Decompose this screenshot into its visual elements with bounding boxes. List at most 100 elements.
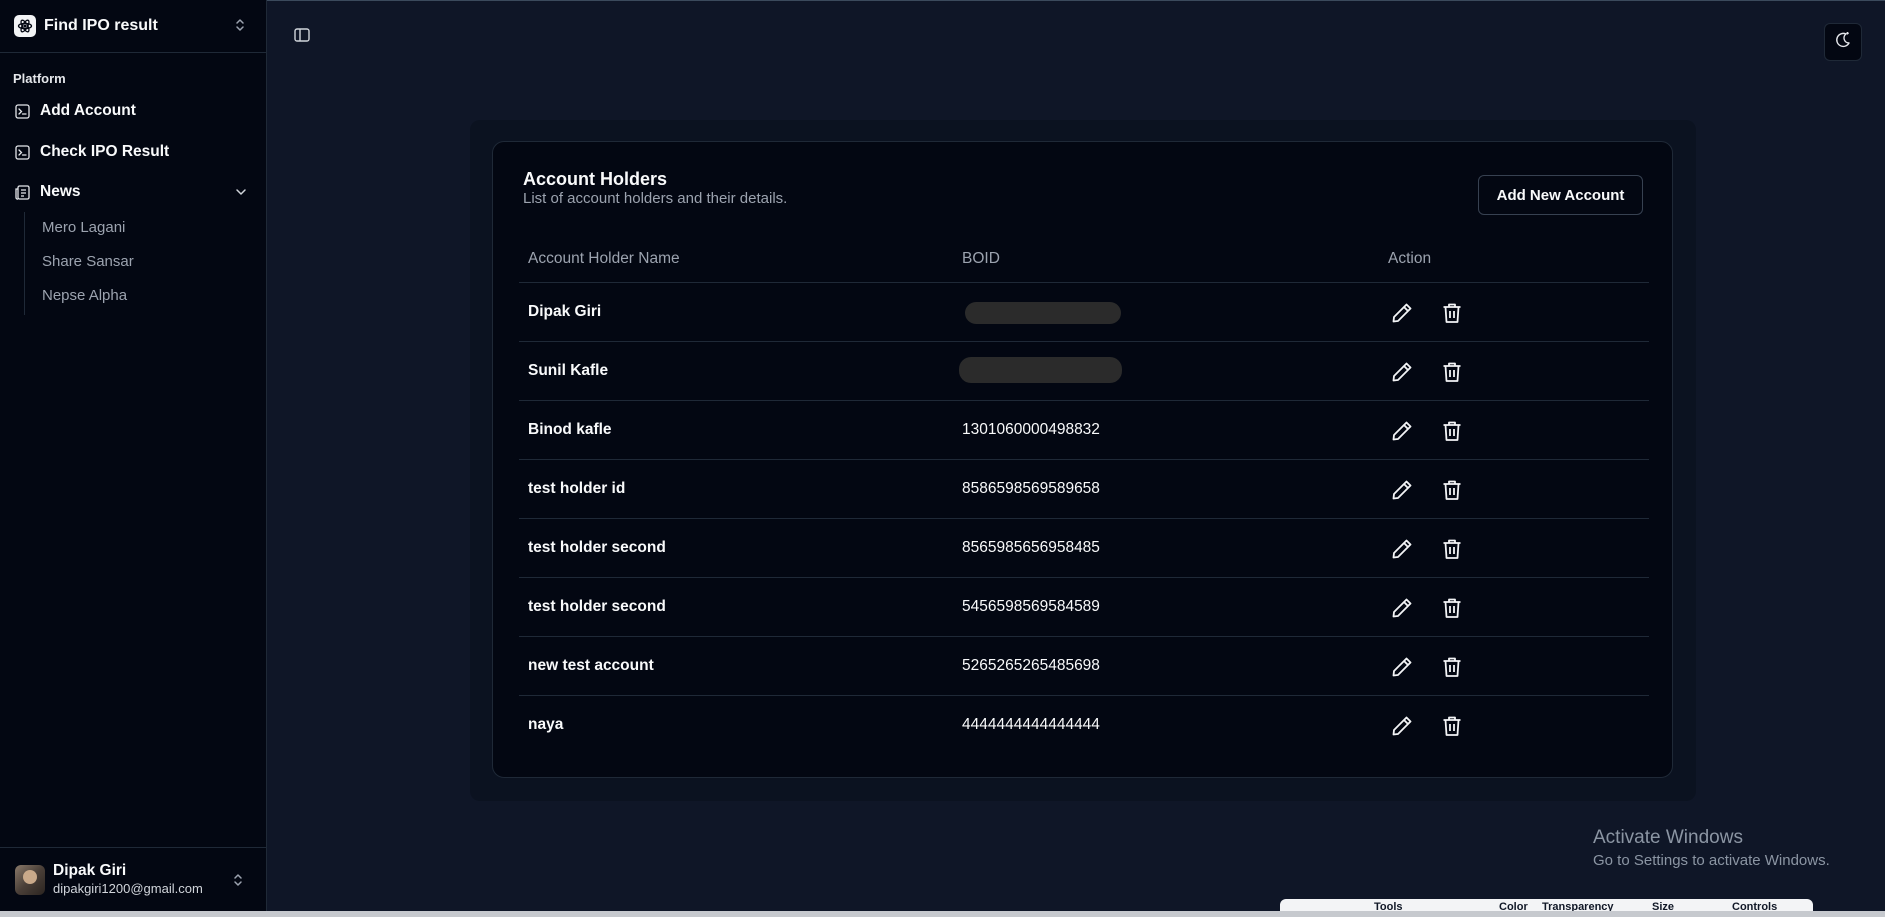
table-row: test holder second 8565985656958485 xyxy=(519,519,1649,578)
theme-toggle-button[interactable] xyxy=(1824,23,1862,61)
table-row: test holder second 5456598569584589 xyxy=(519,578,1649,637)
table-row: Dipak Giri xyxy=(519,283,1649,342)
trash-icon xyxy=(1443,480,1461,500)
card-description: List of account holders and their detail… xyxy=(523,190,788,207)
terminal-square-icon xyxy=(14,103,30,119)
team-switcher[interactable]: Find IPO result xyxy=(0,0,266,53)
trash-icon xyxy=(1443,303,1461,323)
horizontal-scrollbar[interactable] xyxy=(0,911,1885,917)
controls-label[interactable]: Controls xyxy=(1732,901,1777,911)
column-header-name: Account Holder Name xyxy=(528,250,680,267)
activation-subtitle: Go to Settings to activate Windows. xyxy=(1593,852,1830,869)
holder-name: test holder second xyxy=(528,598,666,615)
delete-button[interactable] xyxy=(1439,359,1465,385)
edit-button[interactable] xyxy=(1389,477,1415,503)
trash-icon xyxy=(1443,421,1461,441)
tools-label[interactable]: Tools xyxy=(1374,901,1403,911)
transparency-label[interactable]: Transparency xyxy=(1542,901,1614,911)
user-menu[interactable]: Dipak Giri dipakgiri1200@gmail.com xyxy=(0,847,266,917)
pencil-icon xyxy=(1392,362,1412,382)
submenu-divider xyxy=(24,212,25,315)
windows-activation-watermark: Activate Windows Go to Settings to activ… xyxy=(1593,827,1830,869)
boid-value: 8565985656958485 xyxy=(962,539,1100,556)
chevrons-up-down-icon xyxy=(232,872,244,893)
table-row: Binod kafle 1301060000498832 xyxy=(519,401,1649,460)
panel-left-icon xyxy=(293,28,311,48)
edit-button[interactable] xyxy=(1389,418,1415,444)
holder-name: naya xyxy=(528,716,564,733)
holder-name: test holder second xyxy=(528,539,666,556)
add-new-account-button[interactable]: Add New Account xyxy=(1478,175,1643,215)
avatar xyxy=(15,865,45,895)
sidebar-subitem-mero-lagani[interactable]: Mero Lagani xyxy=(42,219,125,236)
holder-name: new test account xyxy=(528,657,654,674)
table-row: naya 4444444444444444 xyxy=(519,696,1649,755)
sidebar-subitem-share-sansar[interactable]: Share Sansar xyxy=(42,253,134,270)
newspaper-icon xyxy=(14,184,30,200)
delete-button[interactable] xyxy=(1439,654,1465,680)
pencil-icon xyxy=(1392,598,1412,618)
sidebar-item-label: News xyxy=(40,183,81,200)
delete-button[interactable] xyxy=(1439,477,1465,503)
holder-name: test holder id xyxy=(528,480,626,497)
pencil-icon xyxy=(1392,716,1412,736)
edit-button[interactable] xyxy=(1389,536,1415,562)
holder-name: Binod kafle xyxy=(528,421,612,438)
sidebar-item-news[interactable]: News xyxy=(10,176,258,208)
user-email: dipakgiri1200@gmail.com xyxy=(53,881,203,896)
card-title: Account Holders xyxy=(523,169,668,189)
trash-icon xyxy=(1443,716,1461,736)
edit-button[interactable] xyxy=(1389,359,1415,385)
pencil-icon xyxy=(1392,539,1412,559)
app-title: Find IPO result xyxy=(44,17,158,34)
activation-title: Activate Windows xyxy=(1593,827,1743,848)
color-label[interactable]: Color xyxy=(1499,901,1528,911)
trash-icon xyxy=(1443,657,1461,677)
boid-value: 5265265265485698 xyxy=(962,657,1100,674)
edit-button[interactable] xyxy=(1389,300,1415,326)
delete-button[interactable] xyxy=(1439,595,1465,621)
sidebar: Find IPO result Platform Add Account Che… xyxy=(0,0,267,917)
table-row: test holder id 8586598569589658 xyxy=(519,460,1649,519)
app-logo-icon xyxy=(14,15,36,37)
boid-value: 1301060000498832 xyxy=(962,421,1100,438)
table-row: Sunil Kafle xyxy=(519,342,1649,401)
annotation-tools-bar[interactable]: Tools Color Transparency Size Controls xyxy=(1280,899,1813,911)
redaction-mark xyxy=(965,302,1121,324)
delete-button[interactable] xyxy=(1439,536,1465,562)
edit-button[interactable] xyxy=(1389,595,1415,621)
user-name: Dipak Giri xyxy=(53,862,127,879)
delete-button[interactable] xyxy=(1439,418,1465,444)
sidebar-item-label: Add Account xyxy=(40,102,136,119)
sidebar-subitem-nepse-alpha[interactable]: Nepse Alpha xyxy=(42,287,127,304)
pencil-icon xyxy=(1392,657,1412,677)
delete-button[interactable] xyxy=(1439,713,1465,739)
pencil-icon xyxy=(1392,480,1412,500)
table-body: Dipak Giri Sunil Kafle Binod kafle 13010… xyxy=(519,283,1649,755)
boid-value: 4444444444444444 xyxy=(962,716,1100,733)
boid-value: 5456598569584589 xyxy=(962,598,1100,615)
pencil-icon xyxy=(1392,303,1412,323)
platform-section-label: Platform xyxy=(13,71,66,86)
pencil-icon xyxy=(1392,421,1412,441)
table-row: new test account 5265265265485698 xyxy=(519,637,1649,696)
column-header-boid: BOID xyxy=(962,250,1000,267)
trash-icon xyxy=(1443,362,1461,382)
edit-button[interactable] xyxy=(1389,654,1415,680)
sidebar-toggle-button[interactable] xyxy=(293,26,311,49)
trash-icon xyxy=(1443,539,1461,559)
terminal-square-icon xyxy=(14,144,30,160)
holder-name: Dipak Giri xyxy=(528,303,602,320)
account-holders-card: Account Holders List of account holders … xyxy=(492,141,1673,778)
size-label[interactable]: Size xyxy=(1652,901,1674,911)
column-header-action: Action xyxy=(1388,250,1432,267)
sidebar-item-add-account[interactable]: Add Account xyxy=(10,95,258,127)
delete-button[interactable] xyxy=(1439,300,1465,326)
boid-value: 8586598569589658 xyxy=(962,480,1100,497)
sidebar-item-check-ipo-result[interactable]: Check IPO Result xyxy=(10,136,258,168)
moon-icon xyxy=(1833,30,1853,55)
edit-button[interactable] xyxy=(1389,713,1415,739)
table-header: Account Holder Name BOID Action xyxy=(519,241,1649,283)
sidebar-item-label: Check IPO Result xyxy=(40,143,170,160)
chevron-down-icon xyxy=(234,185,248,204)
